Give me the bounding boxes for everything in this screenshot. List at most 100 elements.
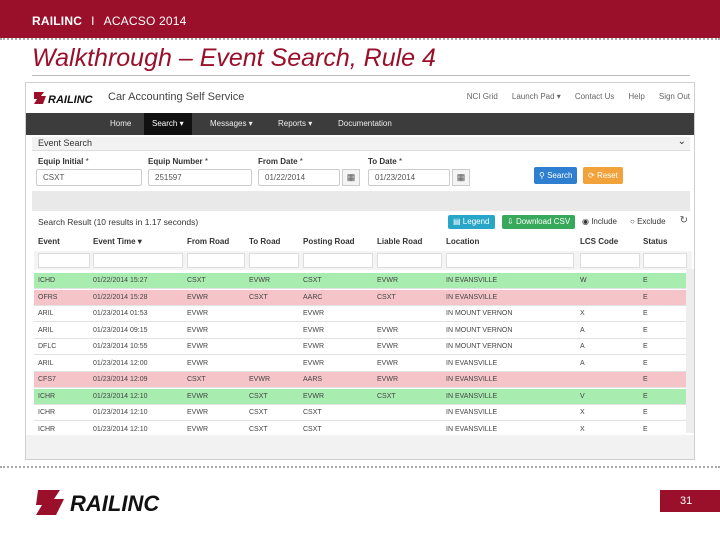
table-cell: DFLC	[38, 343, 57, 350]
column-filter-input[interactable]	[93, 253, 183, 268]
reset-icon: ⟳	[588, 171, 595, 180]
table-cell: EVWR	[187, 359, 208, 367]
table-row[interactable]: ICHR 01/23/2014 12:10 EVWR CSXT EVWR CSXT IN E…	[34, 388, 692, 405]
brand-name: RAILINC	[32, 14, 83, 28]
table-cell: ICHR	[38, 409, 56, 416]
table-cell: CSXT	[377, 293, 396, 301]
railinc-logo-icon: RAILINC	[34, 92, 94, 105]
from-date-input[interactable]: 01/22/2014	[258, 169, 340, 186]
equip-initial-label: Equip Initial *	[38, 157, 89, 166]
table-cell: E	[643, 293, 648, 301]
download-csv-button[interactable]: ⇩ Download CSV	[502, 215, 576, 229]
calendar-icon[interactable]: ▦	[452, 169, 470, 186]
exclude-radio[interactable]: ○ Exclude	[630, 217, 666, 226]
column-header[interactable]: Posting Road	[303, 237, 355, 246]
column-filter-input[interactable]	[187, 253, 245, 268]
column-header[interactable]: Event Time ▾	[93, 237, 142, 246]
table-cell: E	[643, 359, 648, 367]
table-cell: V	[580, 392, 585, 400]
nav-messages[interactable]: Messages ▾	[202, 113, 261, 135]
table-cell: EVWR	[377, 277, 398, 284]
table-cell: IN EVANSVILLE	[446, 293, 498, 301]
table-cell: 01/22/2014 15:27	[93, 277, 148, 284]
table-scrollbar[interactable]	[686, 269, 694, 433]
link-contact-us[interactable]: Contact Us	[575, 92, 615, 101]
table-cell: A	[580, 359, 585, 367]
link-help[interactable]: Help	[628, 92, 644, 101]
column-header[interactable]: From Road	[187, 237, 229, 246]
link-sign-out[interactable]: Sign Out	[659, 92, 690, 101]
table-row[interactable]: ARIL 01/23/2014 09:15 EVWR EVWR EVWR IN MOUNT…	[34, 323, 692, 339]
table-cell: EVWR	[187, 326, 208, 334]
equip-number-label: Equip Number *	[148, 157, 209, 166]
column-header[interactable]: To Road	[249, 237, 280, 246]
table-cell: IN EVANSVILLE	[446, 359, 498, 367]
table-cell: IN EVANSVILLE	[446, 409, 498, 416]
table-cell: 01/23/2014 01:53	[93, 310, 148, 317]
table-cell: EVWR	[249, 376, 270, 383]
table-cell: ICHD	[38, 277, 56, 284]
column-header[interactable]: Event	[38, 237, 60, 246]
table-cell: EVWR	[377, 343, 398, 350]
search-button[interactable]: ⚲ Search	[534, 167, 578, 184]
calendar-icon[interactable]: ▦	[342, 169, 360, 186]
nav-documentation[interactable]: Documentation	[330, 113, 400, 135]
download-icon: ⇩	[507, 217, 514, 226]
table-row[interactable]: CFS7 01/23/2014 12:09 CSXT EVWR AARS EVWR IN E…	[34, 372, 692, 388]
table-cell: CSXT	[249, 409, 268, 416]
table-row[interactable]: OFRS 01/22/2014 15:28 EVWR CSXT AARC CSXT IN E…	[34, 289, 692, 306]
column-header[interactable]: LCS Code	[580, 237, 618, 246]
table-cell: E	[643, 409, 648, 416]
event-search-panel-header[interactable]: Event Search ⌄	[32, 136, 690, 151]
legend-button[interactable]: ▤ Legend	[448, 215, 495, 229]
table-row[interactable]: ICHR 01/23/2014 12:10 EVWR CSXT CSXT IN EVANS…	[34, 422, 692, 434]
column-header[interactable]: Liable Road	[377, 237, 422, 246]
table-cell: EVWR	[377, 376, 398, 383]
table-cell: A	[580, 343, 585, 350]
column-filter-input[interactable]	[377, 253, 442, 268]
link-launch-pad[interactable]: Launch Pad ▾	[512, 92, 561, 101]
column-filter-input[interactable]	[446, 253, 574, 268]
table-cell: CSXT	[187, 376, 206, 383]
column-filter-input[interactable]	[303, 253, 373, 268]
column-header[interactable]: Location	[446, 237, 479, 246]
chevron-down-icon[interactable]: ⌄	[678, 136, 686, 147]
reset-button[interactable]: ⟳ Reset	[583, 167, 623, 184]
column-filter-input[interactable]	[643, 253, 687, 268]
equip-number-input[interactable]: 251597	[148, 169, 252, 186]
to-date-input[interactable]: 01/23/2014	[368, 169, 450, 186]
table-cell: 01/23/2014 10:55	[93, 343, 148, 350]
table-row[interactable]: ARIL 01/23/2014 12:00 EVWR EVWR EVWR IN EVANS…	[34, 356, 692, 372]
table-cell: EVWR	[187, 293, 208, 301]
table-cell: EVWR	[303, 326, 324, 334]
app-header: RAILINC Car Accounting Self Service NCI …	[26, 83, 694, 113]
column-filter-input[interactable]	[580, 253, 640, 268]
nav-search[interactable]: Search ▾	[144, 113, 192, 135]
table-row[interactable]: ICHR 01/23/2014 12:10 EVWR CSXT CSXT IN EVANS…	[34, 405, 692, 421]
table-row[interactable]: DFLC 01/23/2014 10:55 EVWR EVWR EVWR IN MOUNT…	[34, 339, 692, 355]
page-number: 31	[660, 490, 720, 512]
table-cell: EVWR	[303, 343, 324, 350]
railinc-footer-logo-icon: RAILINC	[36, 490, 160, 516]
column-header[interactable]: Status	[643, 237, 667, 246]
column-filter-input[interactable]	[38, 253, 90, 268]
table-cell: EVWR	[303, 392, 324, 400]
table-cell: IN MOUNT VERNON	[446, 326, 513, 334]
include-radio[interactable]: ◉ Include	[582, 217, 617, 226]
bottom-dotted-divider	[0, 466, 720, 468]
table-row[interactable]: ICHD 01/22/2014 15:27 CSXT EVWR CSXT EVWR IN E…	[34, 273, 692, 289]
result-summary: Search Result (10 results in 1.17 second…	[38, 217, 199, 227]
table-cell: EVWR	[187, 425, 208, 433]
nav-reports[interactable]: Reports ▾	[270, 113, 320, 135]
equip-initial-input[interactable]: CSXT	[36, 169, 142, 186]
link-nci-grid[interactable]: NCI Grid	[467, 92, 498, 101]
nav-home[interactable]: Home	[102, 113, 139, 135]
refresh-icon[interactable]: ↻	[680, 215, 688, 226]
table-cell: 01/23/2014 12:00	[93, 359, 148, 367]
table-cell: CSXT	[249, 392, 268, 400]
table-cell: 01/23/2014 12:10	[93, 425, 148, 433]
table-cell: ARIL	[38, 310, 54, 317]
column-filter-input[interactable]	[249, 253, 299, 268]
table-row[interactable]: ARIL 01/23/2014 01:53 EVWR EVWR IN MOUNT VER…	[34, 306, 692, 322]
table-cell: EVWR	[187, 310, 208, 317]
